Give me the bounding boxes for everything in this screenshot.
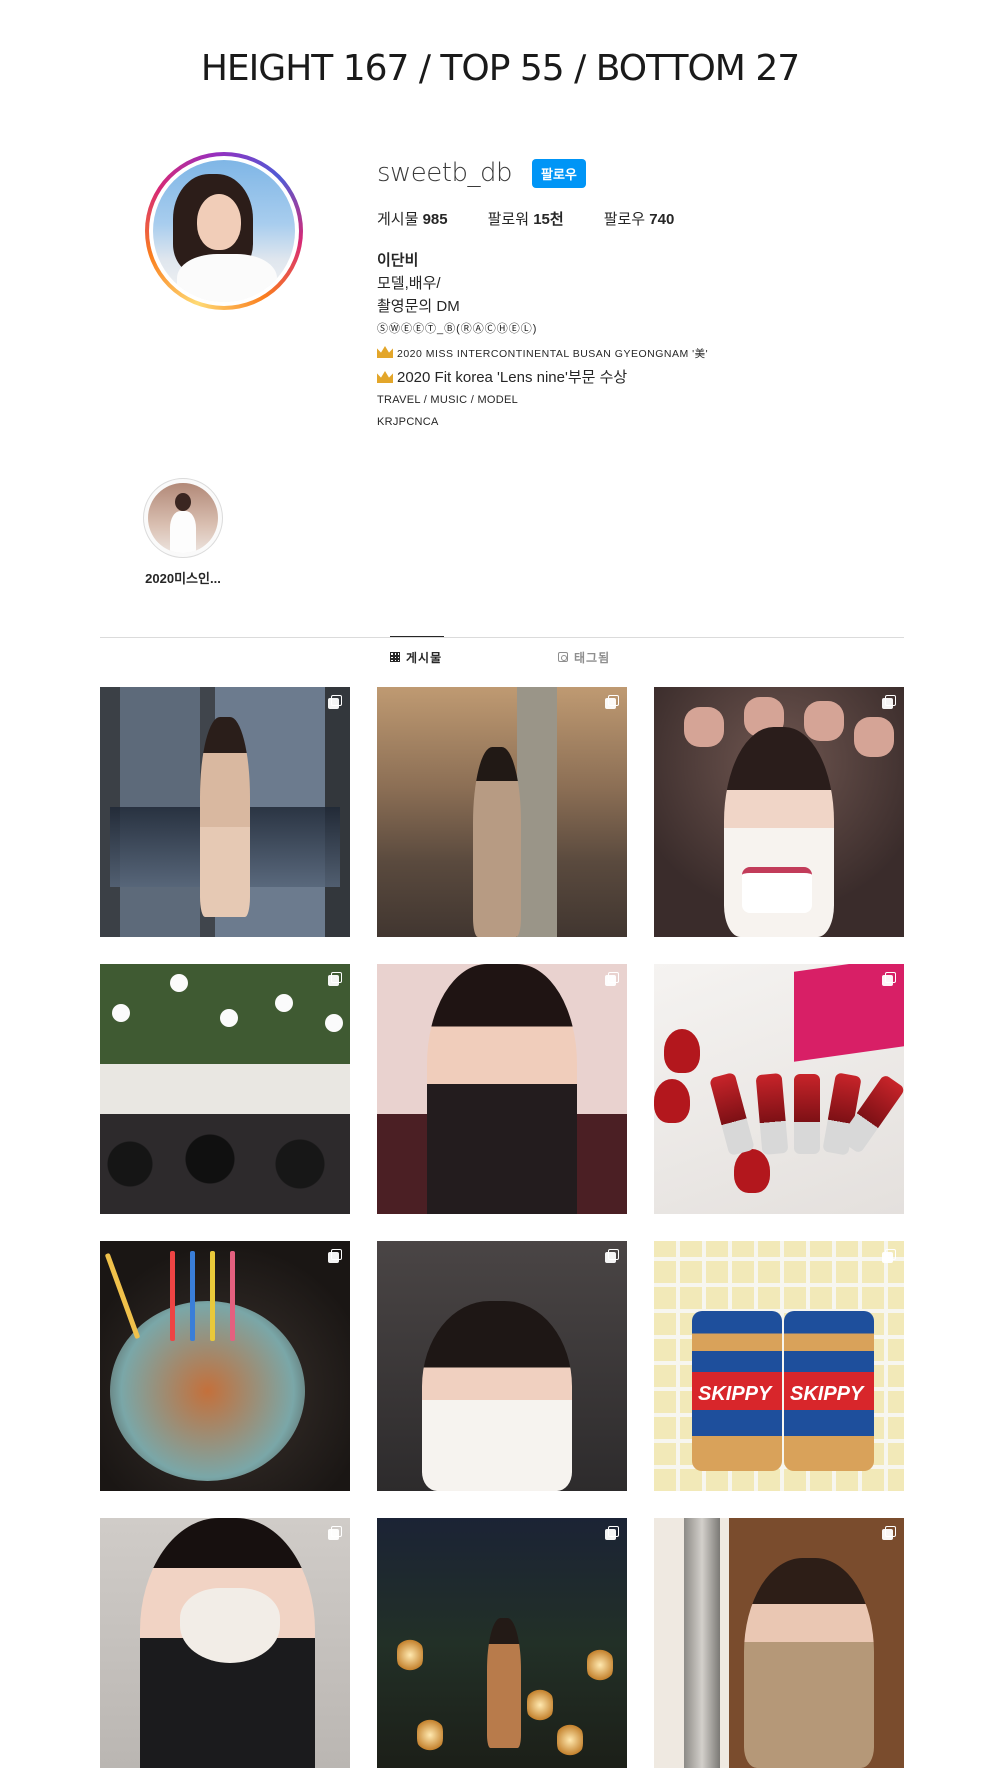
bio-award-line: 2020 MISS INTERCONTINENTAL BUSAN GYEONGN… <box>377 341 917 366</box>
bio-line: 모델,배우/ <box>377 275 441 292</box>
tab-tagged[interactable]: 태그됨 <box>558 637 610 677</box>
post-thumbnail[interactable] <box>654 687 904 937</box>
story-highlight[interactable]: 2020미스인... <box>138 478 228 587</box>
stat-posts-label: 게시물 <box>377 211 419 228</box>
bio-line: ⓈⓌⒺⒺⓉ_Ⓑ(ⓇⒶⒸⒽⒺⓁ) <box>377 323 538 335</box>
multiple-photos-icon <box>605 1526 619 1540</box>
highlight-label: 2020미스인... <box>145 571 221 586</box>
bio-award-line: 2020 Fit korea 'Lens nine'부문 수상 <box>377 366 917 389</box>
bio-line: 촬영문의 DM <box>377 298 460 315</box>
product-label: SKIPPY <box>790 1383 864 1405</box>
stat-followers-label: 팔로워 <box>487 211 530 228</box>
post-thumbnail[interactable] <box>377 687 627 937</box>
follow-button[interactable]: 팔로우 <box>532 158 586 188</box>
multiple-photos-icon <box>882 1526 896 1540</box>
stat-followers[interactable]: 팔로워 15천 <box>488 208 564 229</box>
stat-followers-value: 15천 <box>533 211 564 228</box>
profile-tabs: 게시물 태그됨 <box>0 636 1000 677</box>
tab-posts[interactable]: 게시물 <box>390 636 444 677</box>
bio-line: 2020 Fit korea 'Lens nine'부문 수상 <box>397 369 628 386</box>
multiple-photos-icon <box>882 695 896 709</box>
profile-stats: 게시물 985 팔로워 15천 팔로우 740 <box>377 208 917 229</box>
bio-name: 이단비 <box>377 252 419 269</box>
crown-icon <box>377 371 393 383</box>
profile-info: sweetb_db 팔로우 게시물 985 팔로워 15천 팔로우 740 이단… <box>377 150 917 433</box>
product-label: SKIPPY <box>698 1383 772 1405</box>
stat-following-label: 팔로우 <box>603 211 646 228</box>
multiple-photos-icon <box>882 1249 896 1263</box>
bio-line: 2020 MISS INTERCONTINENTAL BUSAN GYEONGN… <box>397 348 709 360</box>
multiple-photos-icon <box>605 695 619 709</box>
multiple-photos-icon <box>605 972 619 986</box>
highlight-thumbnail <box>148 483 218 553</box>
profile-header: sweetb_db 팔로우 게시물 985 팔로워 15천 팔로우 740 이단… <box>145 150 905 450</box>
post-thumbnail[interactable] <box>377 964 627 1214</box>
profile-avatar[interactable] <box>145 152 303 310</box>
tag-icon <box>558 652 568 662</box>
bio-line: KRJPCNCA <box>377 416 439 428</box>
multiple-photos-icon <box>882 972 896 986</box>
post-thumbnail[interactable] <box>654 964 904 1214</box>
multiple-photos-icon <box>328 1526 342 1540</box>
multiple-photos-icon <box>328 972 342 986</box>
banner-title: HEIGHT 167 / TOP 55 / BOTTOM 27 <box>200 48 800 89</box>
username: sweetb_db <box>377 158 513 188</box>
crown-icon <box>377 346 393 358</box>
tab-tagged-label: 태그됨 <box>574 650 611 665</box>
tab-posts-label: 게시물 <box>406 650 443 665</box>
post-thumbnail[interactable] <box>100 964 350 1214</box>
post-thumbnail[interactable] <box>100 1241 350 1491</box>
posts-grid: SKIPPY SKIPPY <box>100 687 904 1768</box>
multiple-photos-icon <box>328 695 342 709</box>
profile-bio: 이단비 모델,배우/ 촬영문의 DM ⓈⓌⒺⒺⓉ_Ⓑ(ⓇⒶⒸⒽⒺⓁ) 2020 … <box>377 249 917 433</box>
stat-following[interactable]: 팔로우 740 <box>604 208 675 229</box>
bio-line: TRAVEL / MUSIC / MODEL <box>377 394 519 406</box>
post-thumbnail[interactable] <box>377 1241 627 1491</box>
post-thumbnail[interactable]: SKIPPY SKIPPY <box>654 1241 904 1491</box>
stat-posts[interactable]: 게시물 985 <box>377 208 448 229</box>
multiple-photos-icon <box>328 1249 342 1263</box>
post-thumbnail[interactable] <box>100 687 350 937</box>
post-thumbnail[interactable] <box>654 1518 904 1768</box>
multiple-photos-icon <box>605 1249 619 1263</box>
grid-icon <box>390 652 400 662</box>
stat-posts-value: 985 <box>422 211 448 228</box>
post-thumbnail[interactable] <box>377 1518 627 1768</box>
stat-following-value: 740 <box>649 211 675 228</box>
post-thumbnail[interactable] <box>100 1518 350 1768</box>
